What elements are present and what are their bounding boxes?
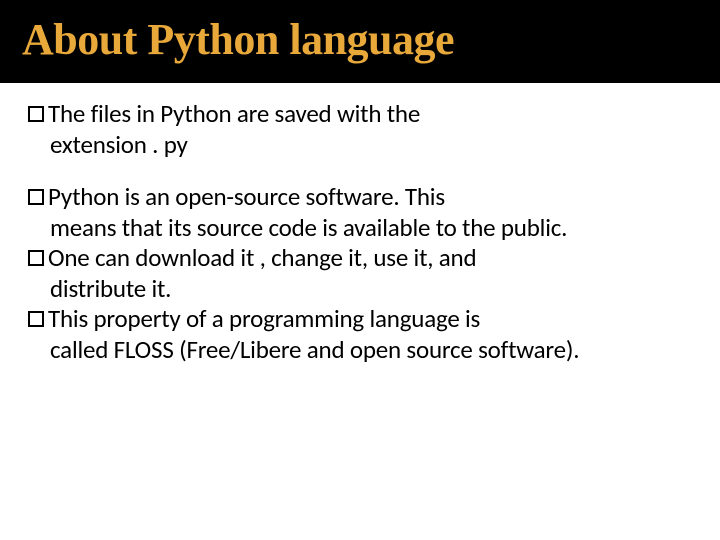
checkbox-icon xyxy=(28,311,44,327)
list-item: This property of a programming language … xyxy=(28,304,692,335)
bullet-continuation: distribute it. xyxy=(50,274,692,305)
list-item: The files in Python are saved with the xyxy=(28,99,692,130)
checkbox-icon xyxy=(28,250,44,266)
title-bar: About Python language xyxy=(0,0,720,83)
slide-title: About Python language xyxy=(22,14,700,65)
bullet-group: The files in Python are saved with the e… xyxy=(28,99,692,160)
checkbox-icon xyxy=(28,189,44,205)
checkbox-icon xyxy=(28,106,44,122)
bullet-text: Python is an open-source software. This xyxy=(48,182,445,213)
bullet-text: This property of a programming language … xyxy=(48,304,480,335)
list-item: Python is an open-source software. This xyxy=(28,182,692,213)
bullet-continuation: means that its source code is available … xyxy=(50,213,692,244)
slide-content: The files in Python are saved with the e… xyxy=(0,83,720,365)
bullet-continuation: extension . py xyxy=(50,130,692,161)
bullet-text: One can download it , change it, use it,… xyxy=(48,243,476,274)
bullet-continuation: called FLOSS (Free/Libere and open sourc… xyxy=(50,335,692,366)
bullet-group: Python is an open-source software. This … xyxy=(28,182,692,365)
bullet-text: The files in Python are saved with the xyxy=(48,99,420,130)
list-item: One can download it , change it, use it,… xyxy=(28,243,692,274)
